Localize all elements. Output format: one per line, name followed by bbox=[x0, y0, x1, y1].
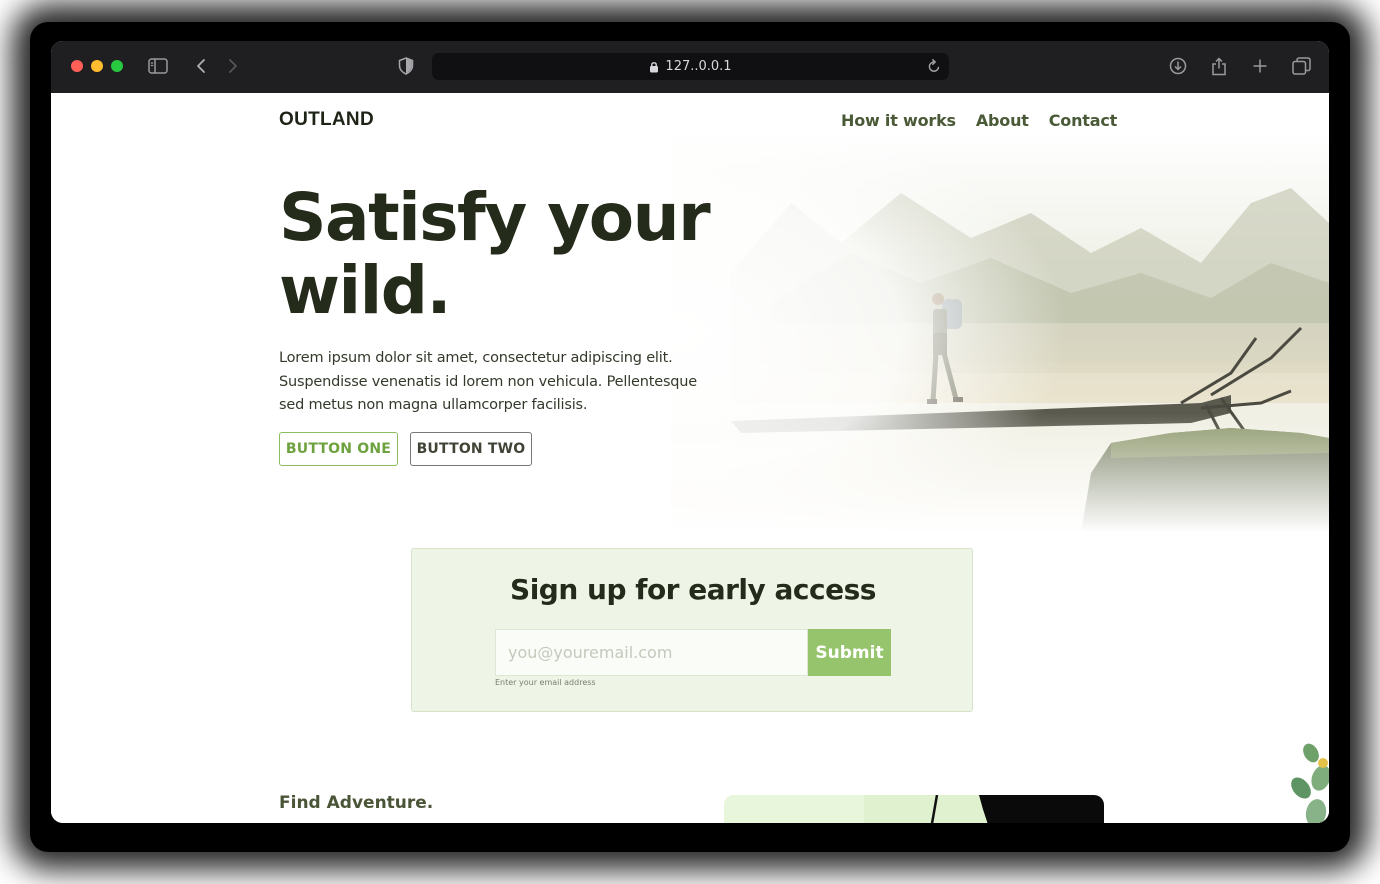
share-icon[interactable] bbox=[1208, 55, 1230, 77]
site-logo[interactable]: OUTLAND bbox=[279, 109, 374, 131]
hero-title-line-1: Satisfy your bbox=[279, 179, 711, 256]
sidebar-icon[interactable] bbox=[147, 55, 169, 77]
nav-about[interactable]: About bbox=[976, 111, 1029, 130]
nav-how-it-works[interactable]: How it works bbox=[841, 111, 956, 130]
close-window-button[interactable] bbox=[71, 60, 83, 72]
browser-titlebar: 127..0.0.1 bbox=[51, 41, 1329, 93]
tabs-overview-icon[interactable] bbox=[1290, 55, 1312, 77]
download-icon[interactable] bbox=[1167, 55, 1189, 77]
section-heading: Find Adventure. bbox=[279, 793, 434, 813]
url-text: 127..0.0.1 bbox=[665, 59, 732, 74]
chevron-right-icon[interactable] bbox=[222, 55, 244, 77]
lock-icon bbox=[649, 61, 659, 73]
chevron-left-icon[interactable] bbox=[190, 55, 212, 77]
button-one[interactable]: BUTTON ONE bbox=[279, 432, 398, 466]
adventure-image bbox=[724, 795, 1104, 823]
plus-icon[interactable] bbox=[1249, 55, 1271, 77]
hero-description: Lorem ipsum dolor sit amet, consectetur … bbox=[279, 350, 698, 413]
address-bar[interactable]: 127..0.0.1 bbox=[432, 53, 949, 80]
email-hint: Enter your email address bbox=[495, 678, 596, 687]
hero-title: Satisfy your wild. bbox=[279, 181, 719, 327]
browser-window: 127..0.0.1 OUTLAND How it works About Co… bbox=[51, 41, 1329, 823]
web-page: OUTLAND How it works About Contact Satis… bbox=[51, 93, 1329, 823]
signup-title: Sign up for early access bbox=[510, 573, 876, 606]
reload-icon[interactable] bbox=[927, 58, 941, 78]
submit-button[interactable]: Submit bbox=[808, 629, 891, 676]
button-two[interactable]: BUTTON TWO bbox=[410, 432, 532, 466]
email-field[interactable] bbox=[495, 629, 808, 676]
leaf-decoration bbox=[1271, 733, 1329, 823]
main-nav: How it works About Contact bbox=[841, 111, 1137, 130]
minimize-window-button[interactable] bbox=[91, 60, 103, 72]
hero-image bbox=[671, 133, 1329, 533]
nav-contact[interactable]: Contact bbox=[1049, 111, 1118, 130]
maximize-window-button[interactable] bbox=[111, 60, 123, 72]
signup-panel: Sign up for early access Submit Enter yo… bbox=[411, 548, 973, 712]
hero-title-line-2: wild. bbox=[279, 252, 452, 329]
shield-icon[interactable] bbox=[395, 55, 417, 77]
